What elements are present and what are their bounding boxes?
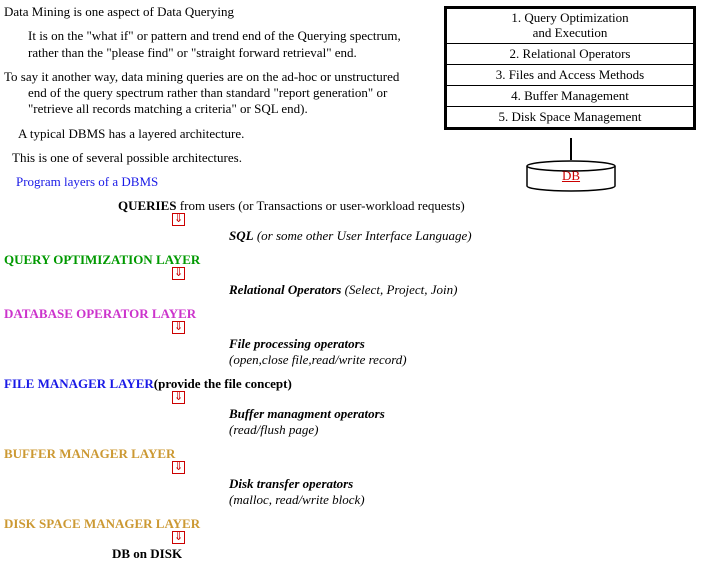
layer-disk-manager: DISK SPACE MANAGER LAYER	[4, 516, 200, 532]
db-label: DB	[525, 168, 617, 184]
intro-line-3: rather than the "please find" or "straig…	[28, 45, 357, 60]
layer-query-opt: QUERY OPTIMIZATION LAYER	[4, 252, 200, 268]
box-row-4: 4. Buffer Management	[447, 86, 693, 107]
queries-label: QUERIES	[118, 198, 177, 213]
l3-sub: Buffer managment operators	[229, 406, 385, 421]
intro-line-2: It is on the "what if" or pattern and tr…	[28, 28, 401, 43]
intro-line-6: "retrieve all records matching a criteri…	[28, 101, 308, 117]
down-arrow-icon: ⇓	[172, 267, 185, 280]
down-arrow-icon: ⇓	[172, 391, 185, 404]
box-row-5: 5. Disk Space Management	[447, 107, 693, 127]
down-arrow-icon: ⇓	[172, 321, 185, 334]
layer-file-manager: FILE MANAGER LAYER	[4, 376, 154, 392]
l2-sub2: (open,close file,read/write record)	[229, 352, 407, 367]
box-row-3: 3. Files and Access Methods	[447, 65, 693, 86]
intro-line-4: To say it another way, data mining queri…	[4, 69, 399, 84]
sql-label: SQL	[229, 228, 254, 243]
l1-sub2: (Select, Project, Join)	[341, 282, 457, 297]
sql-text: (or some other User Interface Language)	[254, 228, 472, 243]
db-on-disk: DB on DISK	[112, 546, 182, 562]
box-row-1b: and Execution	[533, 25, 608, 40]
l2-sub: File processing operators	[229, 336, 365, 351]
db-cylinder: DB	[516, 138, 626, 190]
intro-line-5: end of the query spectrum rather than st…	[28, 85, 387, 101]
box-row-1a: 1. Query Optimization	[511, 10, 628, 25]
l1-sub: Relational Operators	[229, 282, 341, 297]
layer-db-operator: DATABASE OPERATOR LAYER	[4, 306, 196, 322]
down-arrow-icon: ⇓	[172, 213, 185, 226]
architecture-box: 1. Query Optimizationand Execution 2. Re…	[444, 6, 696, 130]
l3-sub2: (read/flush page)	[229, 422, 318, 437]
l4-sub: Disk transfer operators	[229, 476, 353, 491]
layer-file-manager-b: (provide the file concept)	[154, 376, 292, 392]
queries-text: from users (or Transactions or user-work…	[177, 198, 465, 213]
l4-sub2: (malloc, read/write block)	[229, 492, 365, 507]
box-row-2: 2. Relational Operators	[447, 44, 693, 65]
down-arrow-icon: ⇓	[172, 531, 185, 544]
down-arrow-icon: ⇓	[172, 461, 185, 474]
layer-buffer-manager: BUFFER MANAGER LAYER	[4, 446, 175, 462]
